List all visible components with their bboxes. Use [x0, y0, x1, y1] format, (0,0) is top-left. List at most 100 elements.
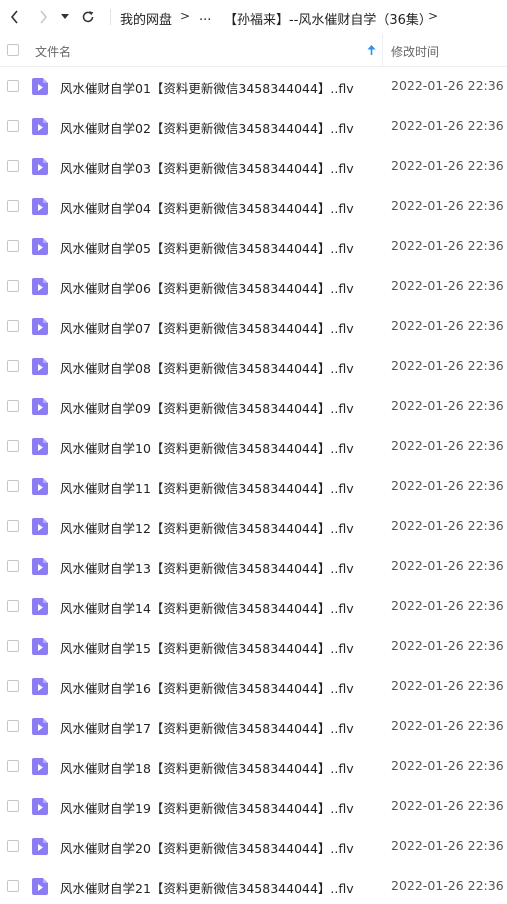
file-row[interactable]: 风水催财自学14【资料更新微信3458344044】..flv 2022-01-2… [0, 586, 507, 626]
row-checkbox[interactable] [7, 720, 19, 732]
file-modified-time: 2022-01-26 22:36 [391, 398, 504, 413]
row-checkbox[interactable] [7, 440, 19, 452]
file-row[interactable]: 风水催财自学02【资料更新微信3458344044】..flv 2022-01-2… [0, 106, 507, 146]
file-row[interactable]: 风水催财自学16【资料更新微信3458344044】..flv 2022-01-2… [0, 666, 507, 706]
file-name[interactable]: 风水催财自学16【资料更新微信3458344044】..flv [60, 678, 354, 697]
file-modified-time: 2022-01-26 22:36 [391, 198, 504, 213]
breadcrumb-current-folder[interactable]: 【孙福来】--风水催财自学（36集） [224, 9, 432, 28]
file-name[interactable]: 风水催财自学18【资料更新微信3458344044】..flv [60, 758, 354, 777]
forward-button[interactable] [32, 6, 54, 28]
breadcrumb-ellipsis[interactable]: ... [199, 9, 211, 24]
file-name[interactable]: 风水催财自学04【资料更新微信3458344044】..flv [60, 198, 354, 217]
file-name[interactable]: 风水催财自学06【资料更新微信3458344044】..flv [60, 278, 354, 297]
row-checkbox[interactable] [7, 400, 19, 412]
chevron-right-icon [40, 10, 48, 24]
file-name[interactable]: 风水催财自学12【资料更新微信3458344044】..flv [60, 518, 354, 537]
file-name[interactable]: 风水催财自学09【资料更新微信3458344044】..flv [60, 398, 354, 417]
file-row[interactable]: 风水催财自学20【资料更新微信3458344044】..flv 2022-01-2… [0, 826, 507, 866]
sort-ascending-icon[interactable] [367, 45, 376, 55]
file-modified-time: 2022-01-26 22:36 [391, 558, 504, 573]
row-checkbox[interactable] [7, 80, 19, 92]
file-name[interactable]: 风水催财自学17【资料更新微信3458344044】..flv [60, 718, 354, 737]
modified-time-column-header[interactable]: 修改时间 [391, 43, 439, 60]
file-row[interactable]: 风水催财自学10【资料更新微信3458344044】..flv 2022-01-2… [0, 426, 507, 466]
file-name[interactable]: 风水催财自学13【资料更新微信3458344044】..flv [60, 558, 354, 577]
video-file-icon [32, 278, 48, 295]
file-row[interactable]: 风水催财自学03【资料更新微信3458344044】..flv 2022-01-2… [0, 146, 507, 186]
file-row[interactable]: 风水催财自学06【资料更新微信3458344044】..flv 2022-01-2… [0, 266, 507, 306]
name-column-header[interactable]: 文件名 [35, 43, 71, 60]
row-checkbox[interactable] [7, 120, 19, 132]
row-checkbox[interactable] [7, 200, 19, 212]
file-name[interactable]: 风水催财自学08【资料更新微信3458344044】..flv [60, 358, 354, 377]
history-dropdown-button[interactable] [57, 6, 73, 28]
file-modified-time: 2022-01-26 22:36 [391, 238, 504, 253]
video-file-icon [32, 878, 48, 895]
video-file-icon [32, 718, 48, 735]
video-file-icon [32, 518, 48, 535]
row-checkbox[interactable] [7, 880, 19, 892]
breadcrumb-separator: > [428, 9, 439, 23]
row-checkbox[interactable] [7, 240, 19, 252]
row-checkbox[interactable] [7, 800, 19, 812]
file-name[interactable]: 风水催财自学05【资料更新微信3458344044】..flv [60, 238, 354, 257]
file-name[interactable]: 风水催财自学01【资料更新微信3458344044】..flv [60, 78, 354, 97]
row-checkbox[interactable] [7, 480, 19, 492]
row-checkbox[interactable] [7, 600, 19, 612]
file-row[interactable]: 风水催财自学04【资料更新微信3458344044】..flv 2022-01-2… [0, 186, 507, 226]
select-all-checkbox[interactable] [7, 44, 19, 56]
row-checkbox[interactable] [7, 680, 19, 692]
toolbar-divider [110, 9, 111, 25]
file-row[interactable]: 风水催财自学17【资料更新微信3458344044】..flv 2022-01-2… [0, 706, 507, 746]
video-file-icon [32, 838, 48, 855]
row-checkbox[interactable] [7, 560, 19, 572]
row-checkbox[interactable] [7, 520, 19, 532]
row-checkbox[interactable] [7, 160, 19, 172]
file-row[interactable]: 风水催财自学18【资料更新微信3458344044】..flv 2022-01-2… [0, 746, 507, 786]
toolbar: 我的网盘 > ... 【孙福来】--风水催财自学（36集） > [0, 0, 507, 34]
refresh-button[interactable] [77, 6, 99, 28]
row-checkbox[interactable] [7, 360, 19, 372]
file-name[interactable]: 风水催财自学03【资料更新微信3458344044】..flv [60, 158, 354, 177]
file-name[interactable]: 风水催财自学07【资料更新微信3458344044】..flv [60, 318, 354, 337]
file-name[interactable]: 风水催财自学21【资料更新微信3458344044】..flv [60, 878, 354, 897]
back-button[interactable] [4, 6, 26, 28]
column-divider[interactable] [382, 34, 383, 66]
file-modified-time: 2022-01-26 22:36 [391, 158, 504, 173]
video-file-icon [32, 598, 48, 615]
file-modified-time: 2022-01-26 22:36 [391, 518, 504, 533]
file-modified-time: 2022-01-26 22:36 [391, 78, 504, 93]
file-row[interactable]: 风水催财自学15【资料更新微信3458344044】..flv 2022-01-2… [0, 626, 507, 666]
file-row[interactable]: 风水催财自学21【资料更新微信3458344044】..flv 2022-01-2… [0, 866, 507, 904]
file-name[interactable]: 风水催财自学15【资料更新微信3458344044】..flv [60, 638, 354, 657]
file-row[interactable]: 风水催财自学01【资料更新微信3458344044】..flv 2022-01-2… [0, 66, 507, 106]
file-row[interactable]: 风水催财自学19【资料更新微信3458344044】..flv 2022-01-2… [0, 786, 507, 826]
file-name[interactable]: 风水催财自学10【资料更新微信3458344044】..flv [60, 438, 354, 457]
file-row[interactable]: 风水催财自学07【资料更新微信3458344044】..flv 2022-01-2… [0, 306, 507, 346]
video-file-icon [32, 478, 48, 495]
row-checkbox[interactable] [7, 320, 19, 332]
file-name[interactable]: 风水催财自学11【资料更新微信3458344044】..flv [60, 478, 354, 497]
file-name[interactable]: 风水催财自学20【资料更新微信3458344044】..flv [60, 838, 354, 857]
file-modified-time: 2022-01-26 22:36 [391, 838, 504, 853]
file-row[interactable]: 风水催财自学08【资料更新微信3458344044】..flv 2022-01-2… [0, 346, 507, 386]
row-checkbox[interactable] [7, 760, 19, 772]
file-modified-time: 2022-01-26 22:36 [391, 278, 504, 293]
video-file-icon [32, 758, 48, 775]
row-checkbox[interactable] [7, 840, 19, 852]
file-name[interactable]: 风水催财自学19【资料更新微信3458344044】..flv [60, 798, 354, 817]
file-row[interactable]: 风水催财自学11【资料更新微信3458344044】..flv 2022-01-2… [0, 466, 507, 506]
file-row[interactable]: 风水催财自学12【资料更新微信3458344044】..flv 2022-01-2… [0, 506, 507, 546]
file-name[interactable]: 风水催财自学14【资料更新微信3458344044】..flv [60, 598, 354, 617]
row-checkbox[interactable] [7, 640, 19, 652]
video-file-icon [32, 438, 48, 455]
file-row[interactable]: 风水催财自学05【资料更新微信3458344044】..flv 2022-01-2… [0, 226, 507, 266]
breadcrumb-separator: > [180, 9, 191, 23]
row-checkbox[interactable] [7, 280, 19, 292]
breadcrumb-root[interactable]: 我的网盘 [120, 9, 172, 28]
file-row[interactable]: 风水催财自学09【资料更新微信3458344044】..flv 2022-01-2… [0, 386, 507, 426]
video-file-icon [32, 798, 48, 815]
file-name[interactable]: 风水催财自学02【资料更新微信3458344044】..flv [60, 118, 354, 137]
video-file-icon [32, 358, 48, 375]
file-row[interactable]: 风水催财自学13【资料更新微信3458344044】..flv 2022-01-2… [0, 546, 507, 586]
